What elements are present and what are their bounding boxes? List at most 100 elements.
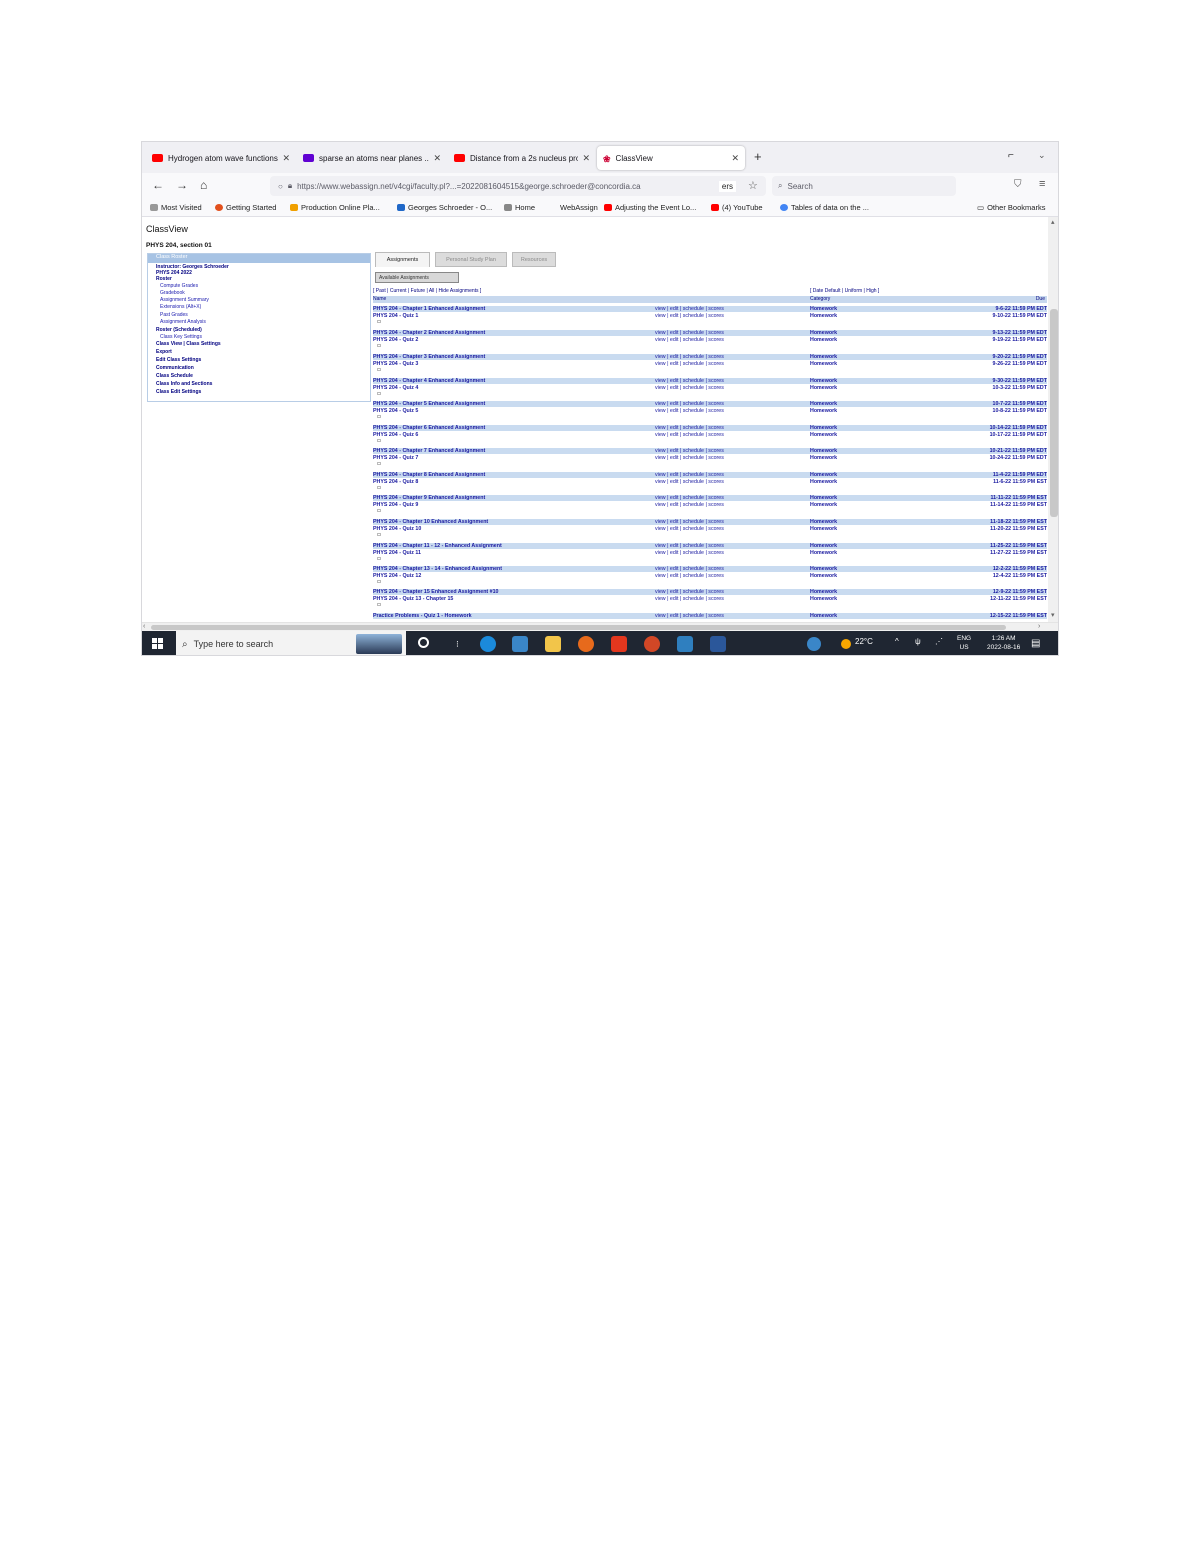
browser-tab-3[interactable]: Distance from a 2s nucleus pro ✕	[448, 146, 596, 170]
clock[interactable]: 1:26 AM 2022-08-16	[987, 634, 1020, 652]
assignment-actions[interactable]: view | edit | schedule | scores	[655, 550, 724, 556]
wifi-icon[interactable]: ⋰	[935, 637, 943, 646]
bookmark-item[interactable]: WebAssign	[560, 203, 598, 212]
globe-icon[interactable]	[807, 637, 821, 651]
left-nav-item[interactable]: Export	[156, 349, 172, 355]
assignment-link[interactable]: Practice Problems - Quiz 1 - Homework	[373, 613, 472, 619]
url-bar[interactable]: ○ 🔒︎ https://www.webassign.net/v4cgi/fac…	[270, 176, 766, 196]
close-icon[interactable]: ✕	[731, 153, 739, 164]
assignment-link[interactable]: PHYS 204 - Quiz 7	[373, 455, 418, 461]
close-icon[interactable]: ✕	[582, 153, 590, 164]
left-nav-header[interactable]: Class Roster	[148, 254, 370, 263]
back-arrow-icon[interactable]: ←	[152, 178, 164, 192]
assignment-actions[interactable]: view | edit | schedule | scores	[655, 408, 724, 414]
left-nav-item[interactable]: Roster	[156, 276, 172, 282]
assignment-link[interactable]: PHYS 204 - Chapter 5 Enhanced Assignment	[373, 401, 485, 407]
left-nav-item[interactable]: Class View | Class Settings	[156, 341, 221, 347]
scroll-thumb[interactable]	[151, 625, 1006, 630]
assignment-actions[interactable]: view | edit | schedule | scores	[655, 495, 724, 501]
left-nav-item[interactable]: Edit Class Settings	[156, 357, 201, 363]
account-icon[interactable]: ⌐	[1008, 150, 1014, 161]
tab-resources[interactable]: Resources	[512, 252, 556, 267]
close-icon[interactable]: ✕	[433, 153, 441, 164]
pocket-icon[interactable]: ⛉	[1014, 179, 1022, 190]
left-nav-item[interactable]: Class Key Settings	[160, 334, 202, 340]
left-nav-item[interactable]: Past Grades	[160, 312, 188, 318]
left-nav-item[interactable]: Class Edit Settings	[156, 389, 201, 395]
vertical-scrollbar[interactable]: ▴ ▾	[1048, 217, 1058, 622]
assignment-link[interactable]: PHYS 204 - Quiz 6	[373, 432, 418, 438]
left-nav-item[interactable]: Assignment Analysis	[160, 319, 206, 325]
close-icon[interactable]: ✕	[282, 153, 290, 164]
bookmark-item[interactable]: Getting Started	[215, 203, 276, 212]
office-icon[interactable]	[611, 636, 627, 652]
assignment-actions[interactable]: view | edit | schedule | scores	[655, 385, 724, 391]
left-nav-item[interactable]: Roster (Scheduled)	[156, 327, 202, 333]
left-nav-item[interactable]: Extensions (Alt+X)	[160, 304, 201, 310]
column-header-due[interactable]: Due	[1036, 296, 1045, 302]
assignment-link[interactable]: PHYS 204 - Quiz 13 - Chapter 15	[373, 596, 453, 602]
assignment-actions[interactable]: view | edit | schedule | scores	[655, 306, 724, 312]
assignment-actions[interactable]: view | edit | schedule | scores	[655, 479, 724, 485]
assignment-link[interactable]: PHYS 204 - Chapter 15 Enhanced Assignmen…	[373, 589, 499, 595]
left-nav-item[interactable]: Assignment Summary	[160, 297, 209, 303]
edge-icon[interactable]	[480, 636, 496, 652]
bookmark-item[interactable]: Tables of data on the ...	[780, 203, 869, 212]
bookmark-item[interactable]: (4) YouTube	[711, 203, 763, 212]
other-bookmarks[interactable]: ▭ Other Bookmarks	[977, 203, 1045, 212]
left-nav-item[interactable]: Communication	[156, 365, 194, 371]
assignment-actions[interactable]: view | edit | schedule | scores	[655, 566, 724, 572]
assignment-actions[interactable]: view | edit | schedule | scores	[655, 432, 724, 438]
assignment-actions[interactable]: view | edit | schedule | scores	[655, 519, 724, 525]
left-nav-item[interactable]: Class Info and Sections	[156, 381, 212, 387]
usb-icon[interactable]: ψ	[915, 637, 921, 646]
task-view-icon[interactable]: ⁝	[456, 639, 459, 650]
hamburger-menu-icon[interactable]: ≡	[1039, 178, 1045, 190]
scroll-left-icon[interactable]: ‹	[143, 623, 145, 630]
bookmark-item[interactable]: Home	[504, 203, 535, 212]
assignment-actions[interactable]: view | edit | schedule | scores	[655, 401, 724, 407]
tab-assignments[interactable]: Assignments	[375, 252, 430, 267]
assignment-actions[interactable]: view | edit | schedule | scores	[655, 502, 724, 508]
bookmark-item[interactable]: Georges Schroeder - O...	[397, 203, 492, 212]
store-icon[interactable]	[512, 636, 528, 652]
assignment-link[interactable]: PHYS 204 - Quiz 4	[373, 385, 418, 391]
assignment-link[interactable]: PHYS 204 - Chapter 10 Enhanced Assignmen…	[373, 519, 488, 525]
browser-tab-classview[interactable]: ❀ ClassView ✕	[597, 146, 745, 170]
assignment-link[interactable]: PHYS 204 - Chapter 7 Enhanced Assignment	[373, 448, 485, 454]
assignment-actions[interactable]: view | edit | schedule | scores	[655, 378, 724, 384]
assignment-link[interactable]: PHYS 204 - Quiz 10	[373, 526, 421, 532]
date-display-links[interactable]: [ Date Default | Uniform | High ]	[810, 288, 879, 294]
bookmark-star-icon[interactable]: ☆	[748, 179, 758, 192]
assignment-actions[interactable]: view | edit | schedule | scores	[655, 337, 724, 343]
bookmark-item[interactable]: Most Visited	[150, 203, 202, 212]
scroll-right-icon[interactable]: ›	[1038, 623, 1040, 630]
column-header-category[interactable]: Category	[810, 296, 830, 302]
available-assignments-button[interactable]: Available Assignments	[375, 272, 459, 283]
taskbar-search-box[interactable]: ⌕ Type here to search	[176, 631, 406, 655]
assignment-actions[interactable]: view | edit | schedule | scores	[655, 330, 724, 336]
assignment-actions[interactable]: view | edit | schedule | scores	[655, 313, 724, 319]
chevron-down-icon[interactable]: ⌄	[1038, 150, 1046, 161]
assignment-link[interactable]: PHYS 204 - Chapter 13 - 14 - Enhanced As…	[373, 566, 502, 572]
assignment-link[interactable]: PHYS 204 - Quiz 12	[373, 573, 421, 579]
assignment-actions[interactable]: view | edit | schedule | scores	[655, 613, 724, 619]
assignment-actions[interactable]: view | edit | schedule | scores	[655, 425, 724, 431]
assignment-link[interactable]: PHYS 204 - Chapter 8 Enhanced Assignment	[373, 472, 485, 478]
assignment-actions[interactable]: view | edit | schedule | scores	[655, 448, 724, 454]
new-tab-button[interactable]: +	[754, 149, 762, 164]
cortana-icon[interactable]	[418, 637, 429, 648]
assignment-link[interactable]: PHYS 204 - Chapter 4 Enhanced Assignment	[373, 378, 485, 384]
file-explorer-icon[interactable]	[545, 636, 561, 652]
scroll-down-icon[interactable]: ▾	[1051, 611, 1055, 619]
assignment-actions[interactable]: view | edit | schedule | scores	[655, 573, 724, 579]
assignment-actions[interactable]: view | edit | schedule | scores	[655, 455, 724, 461]
left-nav-item[interactable]: Gradebook	[160, 290, 185, 296]
language-indicator[interactable]: ENG US	[957, 634, 971, 652]
assignment-link[interactable]: PHYS 204 - Quiz 1	[373, 313, 418, 319]
left-nav-item[interactable]: Class Schedule	[156, 373, 193, 379]
assignment-link[interactable]: PHYS 204 - Quiz 5	[373, 408, 418, 414]
firefox-icon[interactable]	[578, 636, 594, 652]
photos-icon[interactable]	[677, 636, 693, 652]
assignment-link[interactable]: PHYS 204 - Quiz 3	[373, 361, 418, 367]
